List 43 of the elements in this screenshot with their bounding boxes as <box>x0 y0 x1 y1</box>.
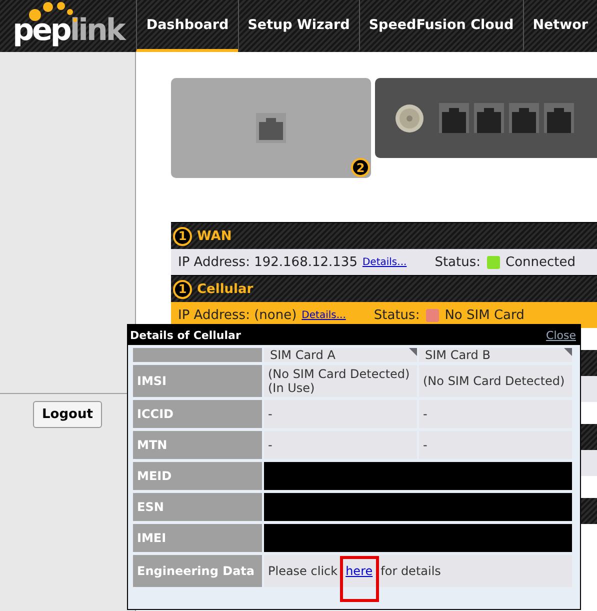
sort-corner-icon <box>564 348 572 356</box>
antenna-connector-icon <box>395 104 424 132</box>
section-title: WAN <box>197 228 232 244</box>
status-label: Status: <box>434 254 480 270</box>
ethernet-port-icon <box>439 103 469 133</box>
row-label: Engineering Data <box>133 555 262 587</box>
section-title: Cellular <box>197 282 254 296</box>
close-link[interactable]: Close <box>546 328 576 342</box>
row-label: ICCID <box>133 400 262 428</box>
table-cell: - <box>419 431 572 459</box>
table-cell: - <box>419 400 572 428</box>
table-cell: (No SIM Card Detected) (In Use) <box>264 365 417 397</box>
column-header[interactable]: SIM Card A <box>264 348 417 362</box>
number-badge: 2 <box>351 158 370 177</box>
row-label: ESN <box>133 493 262 521</box>
status-text: No SIM Card <box>444 308 524 322</box>
number-badge: 1 <box>173 226 192 246</box>
row-label: MEID <box>133 462 262 490</box>
row-label: IMEI <box>133 524 262 552</box>
logo: peplink <box>12 16 124 46</box>
instruction-text: for details <box>380 564 441 578</box>
status-label: Status: <box>374 308 420 322</box>
ethernet-port-icon <box>509 103 539 133</box>
table-cell: (No SIM Card Detected) <box>419 365 572 397</box>
logout-button[interactable]: Logout <box>33 401 102 428</box>
ethernet-port-icon <box>544 103 574 133</box>
details-link[interactable]: Details... <box>362 256 407 268</box>
number-badge: 1 <box>173 280 192 298</box>
here-link[interactable]: here <box>346 564 373 578</box>
details-link[interactable]: Details... <box>302 310 346 320</box>
instruction-text: Please click <box>268 564 338 578</box>
row-label: MTN <box>133 431 262 459</box>
ip-label: IP Address: 192.168.12.135 <box>178 254 358 270</box>
row-label: IMSI <box>133 365 262 397</box>
sort-corner-icon <box>409 348 417 356</box>
table-cell: - <box>264 400 417 428</box>
column-header[interactable]: SIM Card B <box>419 348 572 362</box>
status-text: Connected <box>506 254 576 270</box>
ethernet-port-icon <box>256 113 286 143</box>
table-cell: - <box>264 431 417 459</box>
popup-title: Details of Cellular <box>130 328 241 342</box>
ip-label: IP Address: (none) <box>178 308 297 322</box>
ethernet-port-icon <box>474 103 504 133</box>
